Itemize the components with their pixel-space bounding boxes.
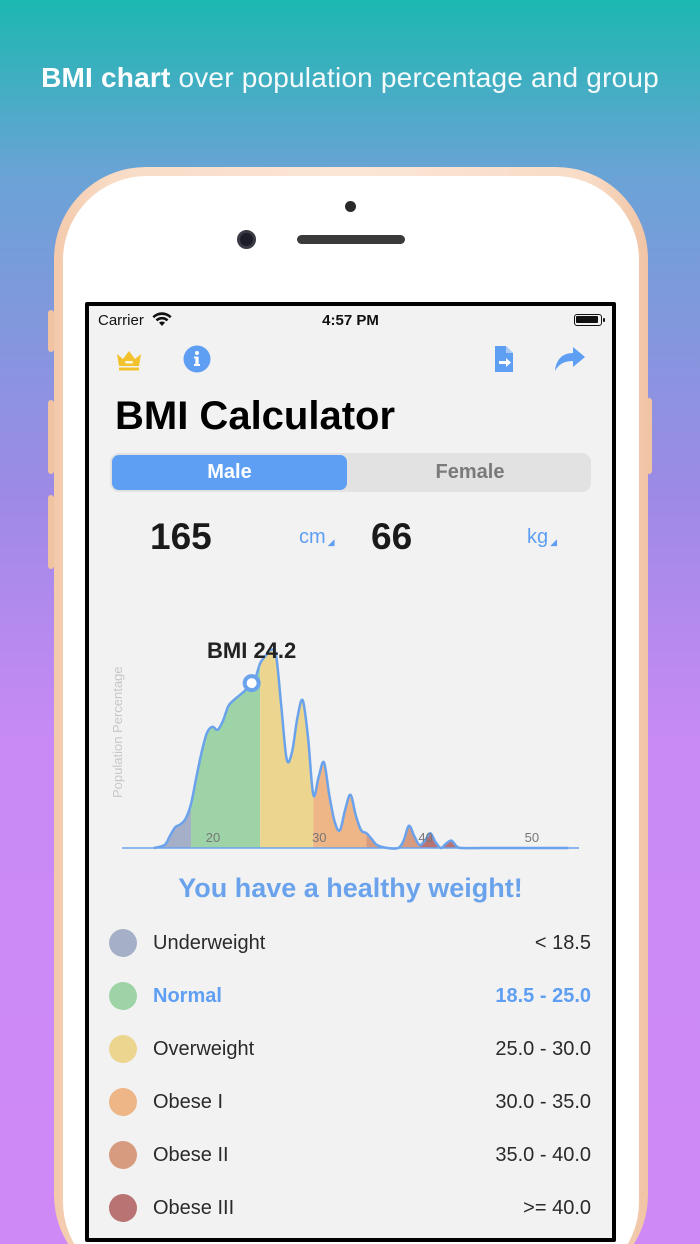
height-value[interactable]: 165 — [150, 516, 212, 558]
category-row-obese-1: Obese I 30.0 - 35.0 — [109, 1085, 591, 1138]
earpiece-speaker — [297, 235, 405, 244]
battery-icon — [574, 314, 605, 326]
chart-band-obese-ii — [366, 649, 420, 848]
status-time: 4:57 PM — [322, 312, 379, 329]
height-unit-label: cm — [299, 526, 326, 548]
page-title: BMI Calculator — [115, 394, 396, 438]
category-color-dot — [109, 1035, 137, 1063]
category-row-obese-2: Obese II 35.0 - 40.0 — [109, 1138, 591, 1191]
dropdown-triangle-icon: ◢ — [327, 537, 335, 547]
height-unit-picker[interactable]: cm ◢ — [299, 526, 335, 549]
dropdown-triangle-icon: ◢ — [550, 537, 558, 547]
front-camera — [237, 230, 256, 249]
crown-icon[interactable] — [114, 344, 144, 374]
category-range: 30.0 - 35.0 — [495, 1091, 591, 1113]
promo-headline-light: over population percentage and group — [178, 62, 659, 93]
segment-female[interactable]: Female — [351, 455, 589, 490]
category-name: Obese II — [153, 1144, 229, 1166]
chart-x-tick-label: 20 — [206, 830, 220, 845]
chart-x-tick-label: 50 — [525, 830, 539, 845]
category-name: Underweight — [153, 932, 266, 954]
share-icon[interactable] — [553, 344, 585, 374]
category-row-obese-3: Obese III >= 40.0 — [109, 1191, 591, 1238]
category-row-underweight: Underweight < 18.5 — [109, 926, 591, 979]
gender-segmented-control: Male Female — [110, 453, 591, 492]
proximity-sensor — [345, 201, 356, 212]
chart-x-tick-label: 30 — [312, 830, 326, 845]
category-name: Normal — [153, 985, 222, 1007]
weight-unit-label: kg — [527, 526, 549, 548]
chart-band-obese-iii — [419, 649, 569, 848]
weight-value[interactable]: 66 — [371, 516, 412, 558]
category-range: 35.0 - 40.0 — [495, 1144, 591, 1166]
promo-headline-bold: BMI chart — [41, 62, 171, 93]
bmi-distribution-chart: 20 30 40 50 BMI 24.2 — [89, 636, 612, 856]
category-range: >= 40.0 — [523, 1197, 591, 1219]
category-row-normal: Normal 18.5 - 25.0 — [109, 979, 591, 1032]
bmi-marker-label: BMI 24.2 — [207, 638, 296, 663]
chart-band-overweight — [260, 649, 314, 848]
result-verdict: You have a healthy weight! — [178, 873, 523, 903]
status-bar: Carrier 4:57 PM — [89, 306, 612, 334]
category-row-overweight: Overweight 25.0 - 30.0 — [109, 1032, 591, 1085]
info-icon[interactable] — [182, 344, 212, 374]
category-color-dot — [109, 1194, 137, 1222]
chart-x-tick-label: 40 — [418, 830, 432, 845]
category-name: Obese I — [153, 1091, 224, 1113]
category-color-dot — [109, 1088, 137, 1116]
category-name: Obese III — [153, 1197, 235, 1219]
promo-headline: BMI chart over population percentage and… — [0, 62, 700, 94]
category-color-dot — [109, 929, 137, 957]
category-range: 25.0 - 30.0 — [495, 1038, 591, 1060]
app-screen: Carrier 4:57 PM BMI Calculator Male Fema… — [89, 306, 612, 1238]
category-color-dot — [109, 1141, 137, 1169]
bmi-category-list: Underweight < 18.5 Normal 18.5 - 25.0 Ov… — [109, 926, 591, 1238]
chart-band-normal — [191, 649, 261, 848]
chart-band-underweight — [153, 649, 192, 848]
bmi-marker-dot — [242, 674, 261, 693]
segment-male[interactable]: Male — [112, 455, 347, 490]
export-document-icon[interactable] — [489, 344, 519, 374]
category-range: 18.5 - 25.0 — [495, 985, 591, 1007]
weight-unit-picker[interactable]: kg ◢ — [527, 526, 557, 549]
chart-band-obese-i — [313, 649, 367, 848]
bmi-chart-svg: 20 30 40 50 BMI 24.2 — [122, 638, 579, 850]
category-color-dot — [109, 982, 137, 1010]
category-range: < 18.5 — [534, 932, 591, 954]
category-name: Overweight — [153, 1038, 255, 1060]
